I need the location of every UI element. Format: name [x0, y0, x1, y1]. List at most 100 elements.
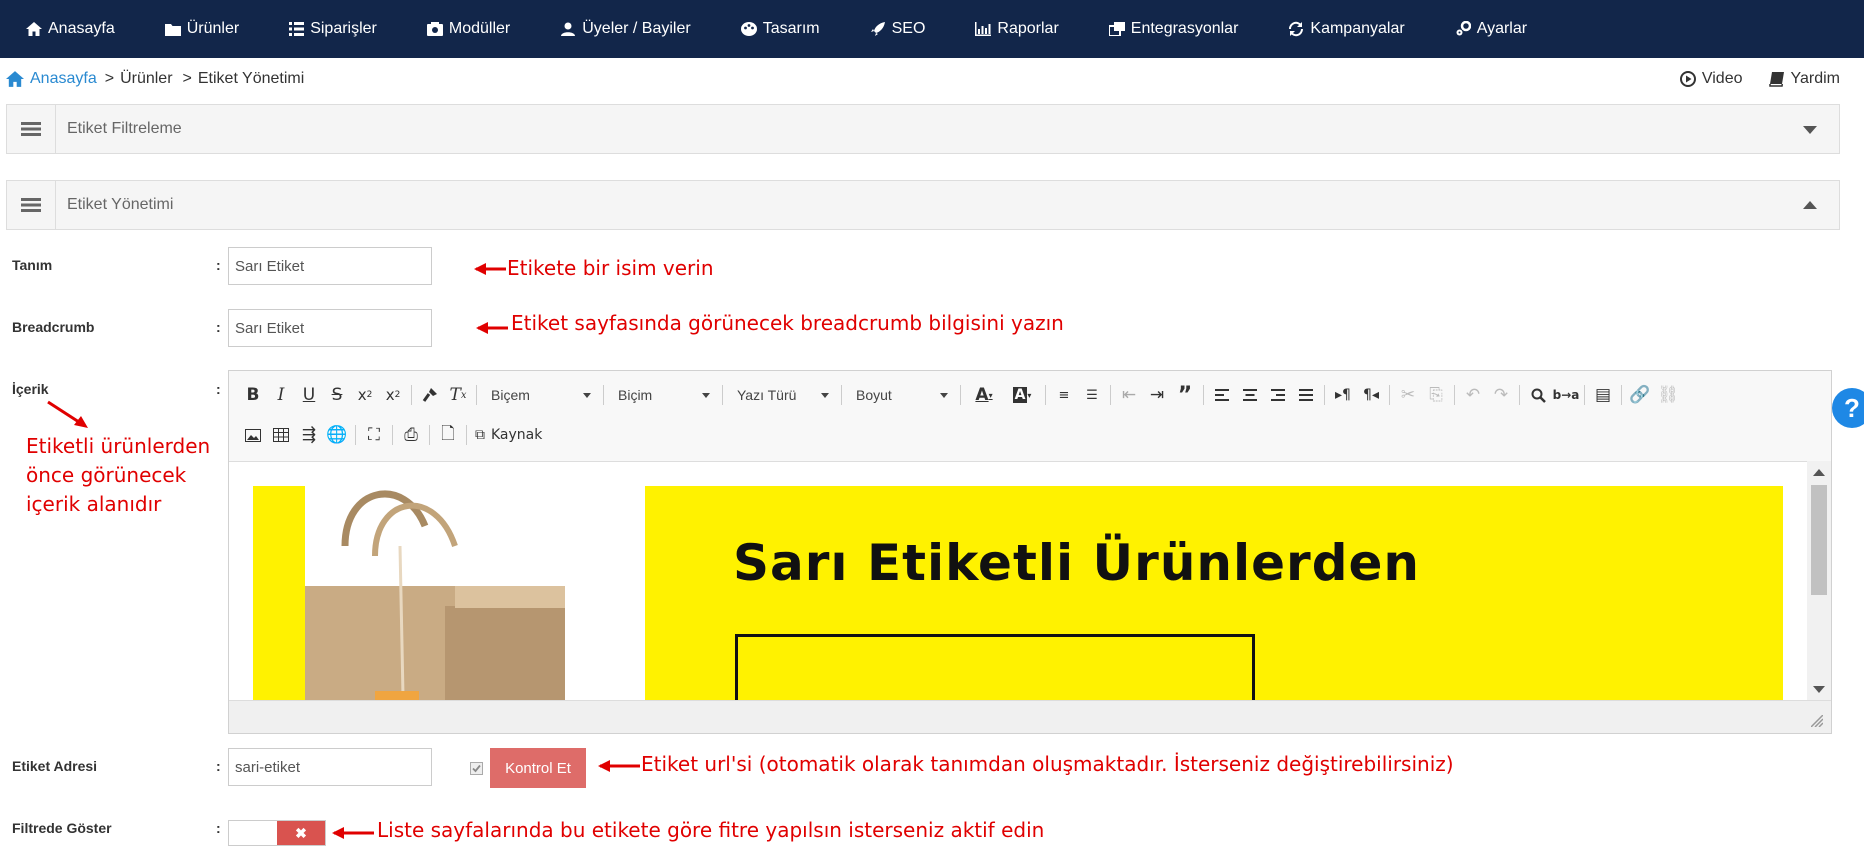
kontrol-et-button[interactable]: Kontrol Et [490, 748, 586, 788]
rtl-icon[interactable]: ¶◂ [1357, 381, 1385, 409]
scroll-thumb[interactable] [1811, 485, 1827, 595]
remove-format-icon[interactable]: Tx [444, 381, 472, 409]
underline-icon[interactable]: U [295, 381, 323, 409]
align-justify-icon[interactable] [1292, 381, 1320, 409]
copy-icon[interactable]: ⎘ [1422, 381, 1450, 409]
nav-item-kampanyalar[interactable]: Kampanyalar [1288, 20, 1405, 38]
colon: : [216, 257, 221, 273]
nav-label: Tasarım [762, 20, 820, 37]
undo-icon[interactable]: ↶ [1459, 381, 1487, 409]
nav-item-seo[interactable]: SEO [870, 20, 925, 38]
indent-icon[interactable]: ⇥ [1143, 381, 1171, 409]
manage-panel-title: Etiket Yönetimi [67, 196, 174, 213]
numbered-list-icon[interactable]: ≡ [1050, 381, 1078, 409]
editor-content-area[interactable]: Sarı Etiketli Ürünlerden [229, 461, 1807, 702]
align-right-icon[interactable] [1264, 381, 1292, 409]
format-dropdown[interactable]: Biçim [608, 381, 718, 409]
horizontal-line-icon[interactable]: ⇶ [295, 421, 323, 449]
home-icon [26, 22, 42, 36]
home-icon [6, 71, 24, 87]
chevron-up-icon[interactable] [1803, 201, 1817, 209]
colon: : [216, 758, 221, 774]
annotation-tanim: Etikete bir isim verin [507, 256, 714, 280]
annotation-icerik-line1: Etiketli ürünlerden [26, 434, 211, 458]
video-link[interactable]: Video [1679, 70, 1743, 88]
nav-item-ayarlar[interactable]: Ayarlar [1455, 20, 1527, 38]
source-button[interactable]: ⧉ Kaynak [471, 421, 546, 449]
bold-icon[interactable]: B [239, 381, 267, 409]
document-icon[interactable]: 🗋 [434, 421, 462, 449]
palette-icon [740, 22, 757, 36]
copy-format-icon[interactable] [416, 381, 444, 409]
manage-panel-header[interactable]: Etiket Yönetimi [6, 180, 1840, 230]
breadcrumb-input[interactable] [228, 309, 432, 347]
banner-box [735, 634, 1255, 702]
red-arrow-icon [474, 263, 506, 275]
nav-label: Siparişler [310, 20, 377, 37]
play-circle-icon [1679, 71, 1696, 87]
nav-item-raporlar[interactable]: Raporlar [975, 20, 1059, 38]
nav-label: Kampanyalar [1310, 20, 1405, 37]
nav-label: Entegrasyonlar [1130, 20, 1239, 37]
align-center-icon[interactable] [1236, 381, 1264, 409]
help-question-button[interactable]: ? [1832, 388, 1864, 428]
nav-item-siparisler[interactable]: Siparişler [289, 20, 377, 38]
link-icon[interactable]: 🔗 [1626, 381, 1654, 409]
scroll-down-icon[interactable] [1813, 686, 1825, 693]
redo-icon[interactable]: ↷ [1487, 381, 1515, 409]
nav-item-moduller[interactable]: Modüller [426, 20, 510, 38]
filter-panel-header[interactable]: Etiket Filtreleme [6, 104, 1840, 154]
nav-item-anasayfa[interactable]: Anasayfa [26, 20, 115, 38]
breadcrumb-urunler[interactable]: Ürünler [120, 70, 172, 88]
colon: : [216, 381, 221, 397]
scroll-up-icon[interactable] [1813, 469, 1825, 476]
nav-item-urunler[interactable]: Ürünler [164, 20, 239, 38]
filter-panel-title: Etiket Filtreleme [67, 120, 182, 137]
italic-icon[interactable]: I [267, 381, 295, 409]
cut-icon[interactable]: ✂ [1394, 381, 1422, 409]
refresh-icon [1289, 21, 1304, 37]
style-dropdown[interactable]: Biçem [481, 381, 599, 409]
maximize-icon[interactable]: ⛶ [360, 421, 388, 449]
background-color-icon[interactable]: A ▾ [1003, 381, 1041, 409]
font-dropdown[interactable]: Yazı Türü [727, 381, 837, 409]
unlink-icon[interactable]: ⛓ [1654, 381, 1682, 409]
outdent-icon[interactable]: ⇤ [1115, 381, 1143, 409]
strikethrough-icon[interactable]: S [323, 381, 351, 409]
find-icon[interactable] [1524, 381, 1552, 409]
superscript-icon[interactable]: x2 [379, 381, 407, 409]
nav-item-tasarim[interactable]: Tasarım [740, 20, 820, 38]
nav-item-uyeler[interactable]: Üyeler / Bayiler [560, 20, 691, 38]
select-all-icon[interactable]: ▤ [1589, 381, 1617, 409]
align-left-icon[interactable] [1208, 381, 1236, 409]
icerik-label: İçerik [12, 381, 49, 397]
globe-icon[interactable]: 🌐 [323, 421, 351, 449]
annotation-breadcrumb: Etiket sayfasında görünecek breadcrumb b… [511, 311, 1064, 335]
size-dropdown[interactable]: Boyut [846, 381, 956, 409]
table-icon[interactable] [267, 421, 295, 449]
resize-handle-icon[interactable] [1811, 715, 1823, 727]
replace-icon[interactable]: b→a [1552, 381, 1580, 409]
nav-item-entegrasyonlar[interactable]: Entegrasyonlar [1108, 20, 1239, 38]
chevron-down-icon[interactable] [1803, 126, 1817, 134]
breadcrumb-label: Breadcrumb [12, 319, 95, 335]
rich-text-editor: B I U S x2 x2 Tx Biçem Biçim Yazı Türü B… [228, 370, 1832, 734]
filter-show-toggle[interactable]: ✖ [228, 820, 326, 846]
adres-label: Etiket Adresi [12, 758, 98, 774]
blockquote-icon[interactable]: ” [1171, 381, 1199, 409]
subscript-icon[interactable]: x2 [351, 381, 379, 409]
help-link[interactable]: Yardim [1768, 70, 1840, 88]
ltr-icon[interactable]: ▸¶ [1329, 381, 1357, 409]
check-icon[interactable] [470, 762, 483, 775]
annotation-adres: Etiket url'si (otomatik olarak tanımdan … [641, 752, 1454, 776]
print-icon[interactable]: ⎙ [397, 421, 425, 449]
red-arrow-icon [598, 760, 640, 772]
image-icon[interactable] [239, 421, 267, 449]
editor-scrollbar[interactable] [1807, 461, 1831, 701]
adres-input[interactable] [228, 748, 432, 786]
module-icon [426, 22, 443, 36]
tanim-input[interactable] [228, 247, 432, 285]
breadcrumb-home-link[interactable]: Anasayfa [30, 70, 97, 88]
text-color-icon[interactable]: A ▾ [965, 381, 1003, 409]
bullet-list-icon[interactable]: ☰ [1078, 381, 1106, 409]
